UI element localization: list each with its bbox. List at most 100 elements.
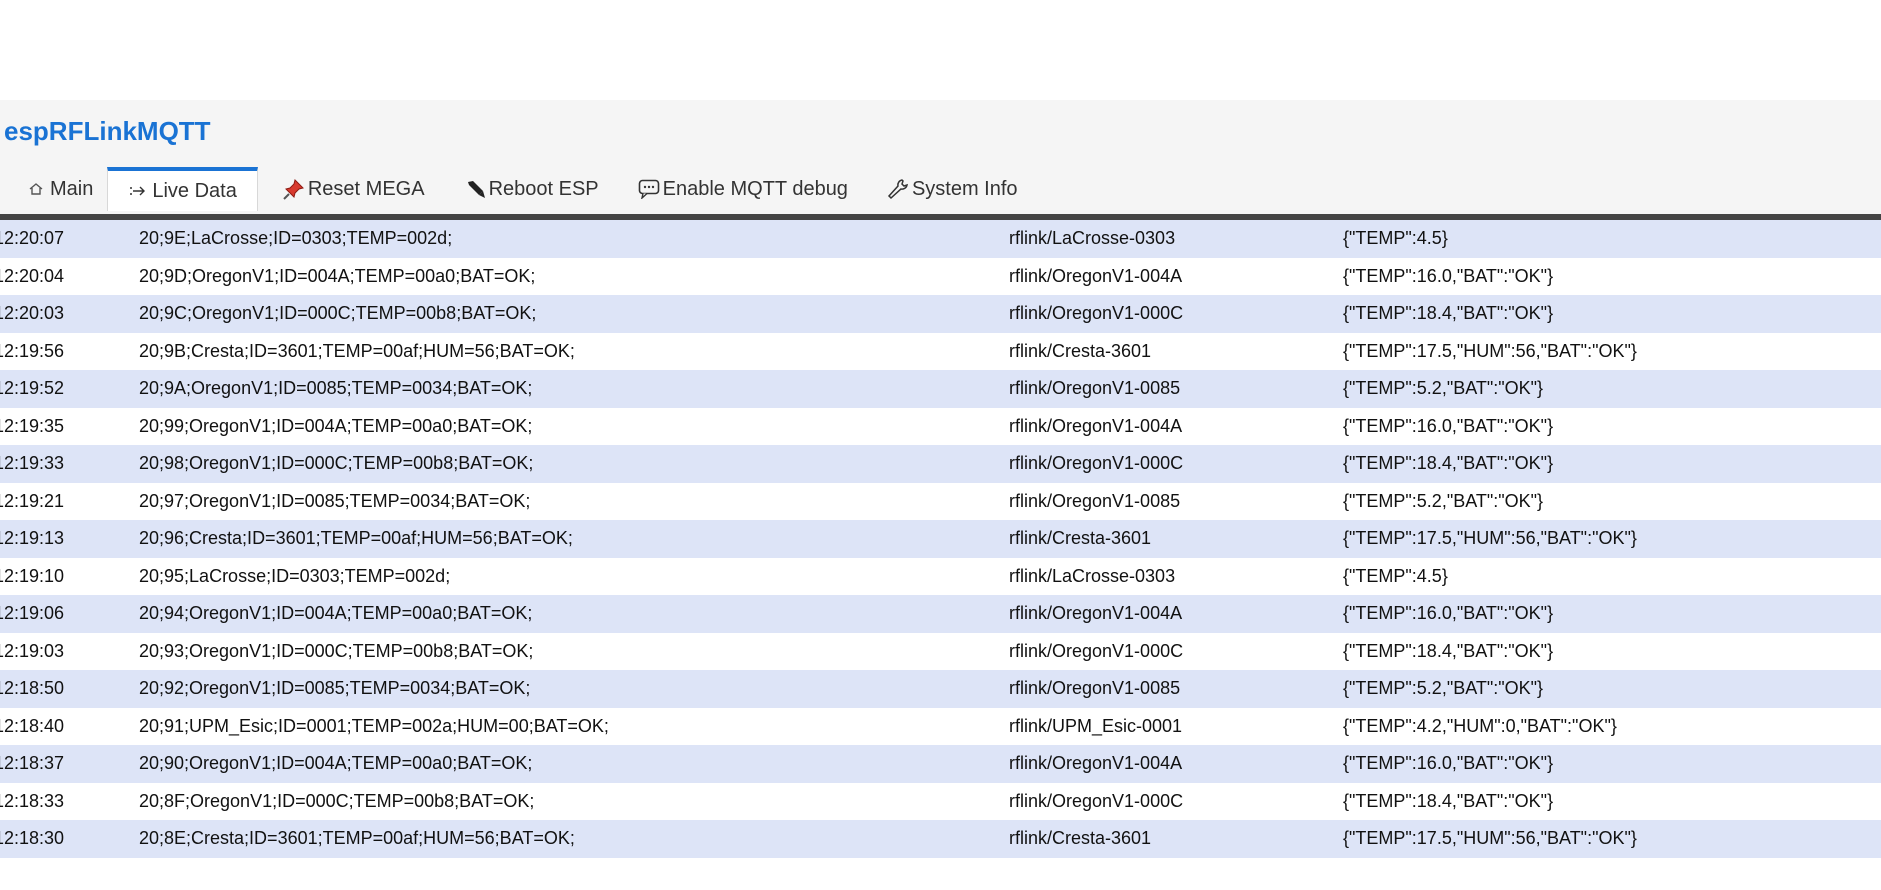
wrench-icon (886, 177, 910, 201)
table-row: 12:19:10 20;95;LaCrosse;ID=0303;TEMP=002d… (0, 557, 1881, 595)
row-time: 12:18:33 (0, 782, 139, 820)
row-time: 12:18:40 (0, 707, 139, 745)
row-json: {"TEMP":4.5} (1343, 557, 1881, 595)
pen-icon (463, 177, 487, 201)
speech-bubble-icon (637, 177, 661, 201)
row-json: {"TEMP":5.2,"BAT":"OK"} (1343, 370, 1881, 408)
tab-main-label: Main (50, 177, 94, 200)
row-json: {"TEMP":18.4,"BAT":"OK"} (1343, 295, 1881, 333)
top-blank-area (0, 0, 1881, 100)
table-row: 12:18:50 20;92;OregonV1;ID=0085;TEMP=0034… (0, 670, 1881, 708)
row-topic: rflink/Cresta-3601 (1009, 520, 1343, 558)
row-topic: rflink/UPM_Esic-0001 (1009, 707, 1343, 745)
row-time: 12:18:50 (0, 670, 139, 708)
row-topic: rflink/OregonV1-000C (1009, 445, 1343, 483)
row-topic: rflink/OregonV1-000C (1009, 782, 1343, 820)
row-topic: rflink/OregonV1-000C (1009, 295, 1343, 333)
row-json: {"TEMP":5.2,"BAT":"OK"} (1343, 670, 1881, 708)
row-topic: rflink/OregonV1-000C (1009, 632, 1343, 670)
row-raw-message: 20;9E;LaCrosse;ID=0303;TEMP=002d; (139, 220, 1009, 258)
row-time: 12:19:06 (0, 595, 139, 633)
row-json: {"TEMP":4.2,"HUM":0,"BAT":"OK"} (1343, 707, 1881, 745)
row-raw-message: 20;99;OregonV1;ID=004A;TEMP=00a0;BAT=OK; (139, 407, 1009, 445)
row-raw-message: 20;9D;OregonV1;ID=004A;TEMP=00a0;BAT=OK; (139, 257, 1009, 295)
row-time: 12:19:35 (0, 407, 139, 445)
table-row: 12:20:03 20;9C;OregonV1;ID=000C;TEMP=00b8… (0, 295, 1881, 333)
row-time: 12:20:07 (0, 220, 139, 258)
row-json: {"TEMP":16.0,"BAT":"OK"} (1343, 745, 1881, 783)
row-topic: rflink/OregonV1-0085 (1009, 482, 1343, 520)
row-json: {"TEMP":17.5,"HUM":56,"BAT":"OK"} (1343, 520, 1881, 558)
tab-enable-mqtt-debug-label: Enable MQTT debug (662, 177, 848, 200)
table-row: 12:18:33 20;8F;OregonV1;ID=000C;TEMP=00b8… (0, 782, 1881, 820)
tab-reboot-esp[interactable]: Reboot ESP (439, 169, 613, 209)
tab-live-data[interactable]: Live Data (107, 167, 258, 211)
table-row: 12:18:40 20;91;UPM_Esic;ID=0001;TEMP=002a… (0, 707, 1881, 745)
row-raw-message: 20;9A;OregonV1;ID=0085;TEMP=0034;BAT=OK; (139, 370, 1009, 408)
row-time: 12:19:56 (0, 332, 139, 370)
tab-system-info[interactable]: System Info (862, 169, 1032, 209)
arrow-right-icon (126, 179, 150, 203)
row-raw-message: 20;97;OregonV1;ID=0085;TEMP=0034;BAT=OK; (139, 482, 1009, 520)
row-topic: rflink/LaCrosse-0303 (1009, 557, 1343, 595)
row-time: 12:18:37 (0, 745, 139, 783)
tab-reset-mega[interactable]: Reset MEGA (258, 169, 439, 209)
row-time: 12:20:04 (0, 257, 139, 295)
table-row: 12:19:35 20;99;OregonV1;ID=004A;TEMP=00a0… (0, 407, 1881, 445)
row-json: {"TEMP":16.0,"BAT":"OK"} (1343, 257, 1881, 295)
table-row: 12:19:06 20;94;OregonV1;ID=004A;TEMP=00a0… (0, 595, 1881, 633)
row-json: {"TEMP":5.2,"BAT":"OK"} (1343, 482, 1881, 520)
row-json: {"TEMP":16.0,"BAT":"OK"} (1343, 407, 1881, 445)
row-time: 12:19:10 (0, 557, 139, 595)
row-time: 12:19:13 (0, 520, 139, 558)
table-row: 12:19:56 20;9B;Cresta;ID=3601;TEMP=00af;H… (0, 332, 1881, 370)
row-raw-message: 20;91;UPM_Esic;ID=0001;TEMP=002a;HUM=00;… (139, 707, 1009, 745)
row-time: 12:19:21 (0, 482, 139, 520)
tab-live-data-label: Live Data (152, 179, 237, 202)
row-json: {"TEMP":18.4,"BAT":"OK"} (1343, 782, 1881, 820)
row-topic: rflink/OregonV1-004A (1009, 595, 1343, 633)
row-raw-message: 20;8F;OregonV1;ID=000C;TEMP=00b8;BAT=OK; (139, 782, 1009, 820)
header: espRFLinkMQTT Main Live Data Reset MEGA … (0, 100, 1881, 214)
live-data-table: 12:20:07 20;9E;LaCrosse;ID=0303;TEMP=002d… (0, 220, 1881, 858)
row-raw-message: 20;8E;Cresta;ID=3601;TEMP=00af;HUM=56;BA… (139, 820, 1009, 858)
row-json: {"TEMP":17.5,"HUM":56,"BAT":"OK"} (1343, 332, 1881, 370)
tab-system-info-label: System Info (911, 177, 1018, 200)
row-raw-message: 20;92;OregonV1;ID=0085;TEMP=0034;BAT=OK; (139, 670, 1009, 708)
row-json: {"TEMP":18.4,"BAT":"OK"} (1343, 632, 1881, 670)
row-raw-message: 20;98;OregonV1;ID=000C;TEMP=00b8;BAT=OK; (139, 445, 1009, 483)
row-time: 12:19:52 (0, 370, 139, 408)
row-raw-message: 20;9B;Cresta;ID=3601;TEMP=00af;HUM=56;BA… (139, 332, 1009, 370)
table-row: 12:20:07 20;9E;LaCrosse;ID=0303;TEMP=002d… (0, 220, 1881, 258)
home-icon (24, 177, 48, 201)
pushpin-icon (282, 177, 306, 201)
row-time: 12:18:30 (0, 820, 139, 858)
row-topic: rflink/OregonV1-004A (1009, 407, 1343, 445)
tab-enable-mqtt-debug[interactable]: Enable MQTT debug (613, 169, 862, 209)
row-raw-message: 20;9C;OregonV1;ID=000C;TEMP=00b8;BAT=OK; (139, 295, 1009, 333)
row-time: 12:19:33 (0, 445, 139, 483)
table-row: 12:19:33 20;98;OregonV1;ID=000C;TEMP=00b8… (0, 445, 1881, 483)
row-raw-message: 20;94;OregonV1;ID=004A;TEMP=00a0;BAT=OK; (139, 595, 1009, 633)
row-raw-message: 20;95;LaCrosse;ID=0303;TEMP=002d; (139, 557, 1009, 595)
row-topic: rflink/OregonV1-0085 (1009, 370, 1343, 408)
row-topic: rflink/OregonV1-004A (1009, 257, 1343, 295)
row-raw-message: 20;96;Cresta;ID=3601;TEMP=00af;HUM=56;BA… (139, 520, 1009, 558)
row-json: {"TEMP":4.5} (1343, 220, 1881, 258)
row-topic: rflink/Cresta-3601 (1009, 332, 1343, 370)
row-time: 12:20:03 (0, 295, 139, 333)
row-raw-message: 20;90;OregonV1;ID=004A;TEMP=00a0;BAT=OK; (139, 745, 1009, 783)
tab-reset-mega-label: Reset MEGA (307, 177, 425, 200)
table-row: 12:18:37 20;90;OregonV1;ID=004A;TEMP=00a0… (0, 745, 1881, 783)
row-topic: rflink/OregonV1-0085 (1009, 670, 1343, 708)
table-row: 12:18:30 20;8E;Cresta;ID=3601;TEMP=00af;H… (0, 820, 1881, 858)
row-json: {"TEMP":16.0,"BAT":"OK"} (1343, 595, 1881, 633)
row-time: 12:19:03 (0, 632, 139, 670)
tab-reboot-esp-label: Reboot ESP (488, 177, 599, 200)
row-raw-message: 20;93;OregonV1;ID=000C;TEMP=00b8;BAT=OK; (139, 632, 1009, 670)
tab-bar: Main Live Data Reset MEGA Reboot ESP Ena… (0, 167, 1032, 211)
table-row: 12:20:04 20;9D;OregonV1;ID=004A;TEMP=00a0… (0, 257, 1881, 295)
table-row: 12:19:52 20;9A;OregonV1;ID=0085;TEMP=0034… (0, 370, 1881, 408)
row-topic: rflink/LaCrosse-0303 (1009, 220, 1343, 258)
tab-main[interactable]: Main (0, 169, 107, 209)
